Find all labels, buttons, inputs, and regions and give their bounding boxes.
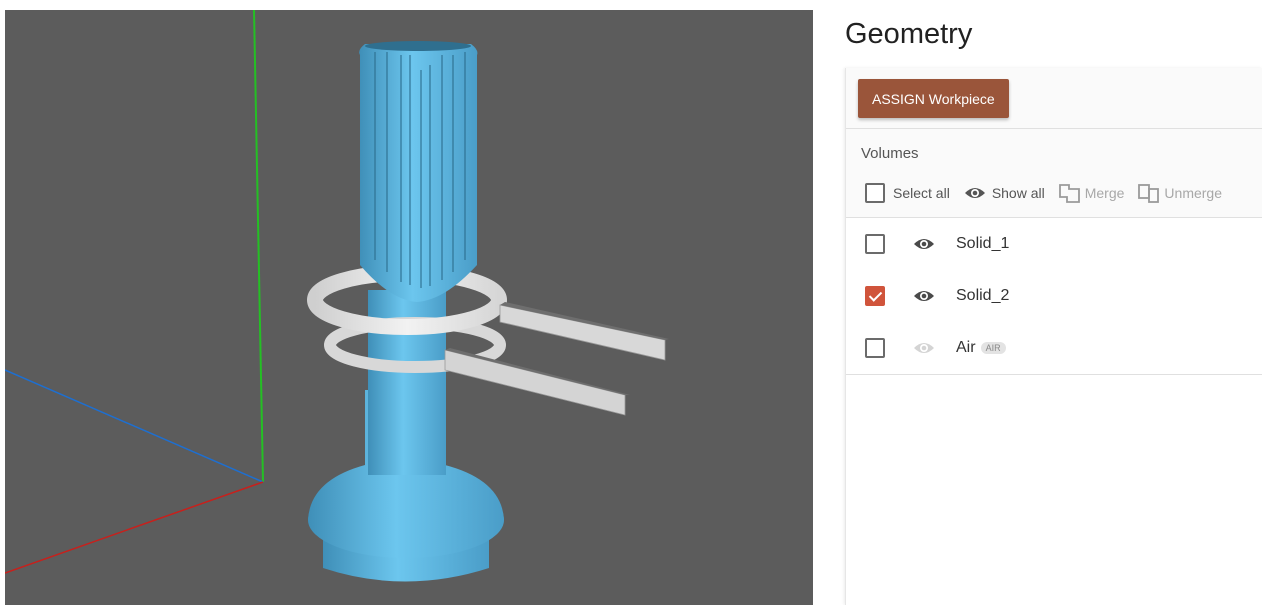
merge-button[interactable]: Merge	[1058, 183, 1125, 203]
volume-list: Solid_1 Solid_2 Air AIR	[846, 218, 1262, 375]
show-all-button[interactable]: Show all	[964, 185, 1045, 201]
volume-row-solid-2[interactable]: Solid_2	[846, 270, 1262, 322]
eye-icon[interactable]	[913, 289, 935, 303]
volume-row-air[interactable]: Air AIR	[846, 322, 1262, 374]
panel-title: Geometry	[845, 18, 973, 50]
volumes-toolbar: Select all Show all Merge Unmerge	[865, 183, 1236, 203]
eye-icon[interactable]	[913, 237, 935, 251]
z-axis	[5, 369, 264, 483]
geometry-card: ASSIGN Workpiece Volumes Select all Show…	[845, 68, 1262, 605]
3d-viewport[interactable]	[5, 10, 813, 605]
unmerge-icon	[1138, 184, 1160, 203]
volumes-header: Volumes Select all Show all Merge Unmerg…	[846, 129, 1262, 218]
volume-checkbox[interactable]	[865, 234, 885, 254]
card-header: ASSIGN Workpiece	[846, 68, 1262, 129]
x-axis	[5, 481, 264, 574]
merge-icon	[1058, 184, 1080, 203]
assign-workpiece-button[interactable]: ASSIGN Workpiece	[858, 79, 1009, 118]
air-badge: AIR	[980, 342, 1006, 354]
unmerge-label: Unmerge	[1164, 185, 1223, 201]
select-all-toggle[interactable]: Select all	[865, 183, 950, 203]
select-all-checkbox[interactable]	[865, 183, 885, 203]
workpiece-shaft	[359, 41, 478, 302]
volume-checkbox[interactable]	[865, 286, 885, 306]
y-axis	[253, 10, 264, 483]
volume-name: Solid_2	[956, 287, 1010, 304]
geometry-panel: Geometry ASSIGN Workpiece Volumes Select…	[845, 0, 1262, 605]
volume-checkbox[interactable]	[865, 338, 885, 358]
merge-label: Merge	[1084, 185, 1125, 201]
select-all-label: Select all	[893, 185, 950, 201]
eye-icon	[964, 188, 985, 198]
show-all-label: Show all	[991, 185, 1045, 201]
scene-svg	[5, 10, 669, 582]
volumes-label: Volumes	[861, 145, 919, 162]
volume-row-solid-1[interactable]: Solid_1	[846, 218, 1262, 270]
volume-name: Solid_1	[956, 235, 1010, 252]
unmerge-button[interactable]: Unmerge	[1138, 183, 1222, 203]
volume-name: Air	[956, 339, 976, 356]
eye-hidden-icon[interactable]	[913, 341, 935, 355]
